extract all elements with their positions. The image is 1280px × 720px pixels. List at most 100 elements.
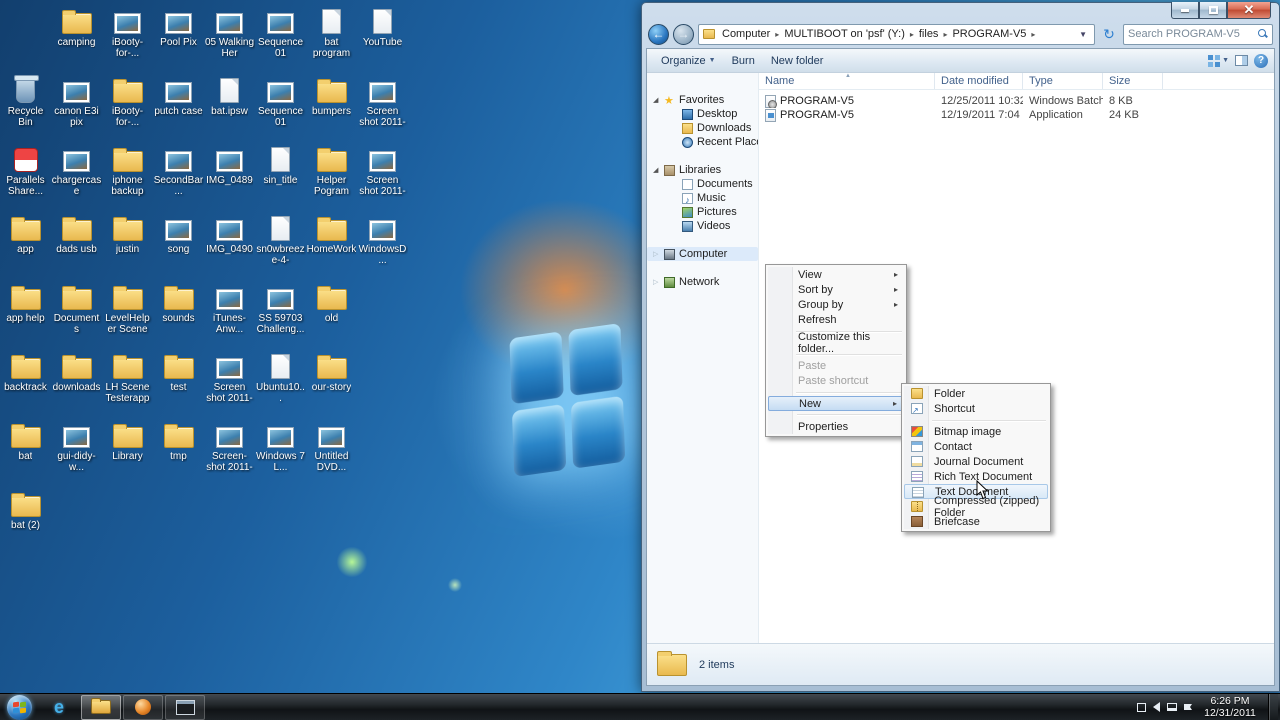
desktop-icon[interactable]: LH Scene Testerapp (103, 349, 153, 418)
desktop-icon[interactable]: our-story (307, 349, 357, 418)
submenu-item[interactable]: Contact (904, 439, 1048, 454)
desktop-icon[interactable]: old (307, 280, 357, 349)
desktop-icon[interactable]: downloads (52, 349, 102, 418)
desktop-icon[interactable]: canon E3i pix (52, 73, 102, 142)
file-row[interactable]: PROGRAM-V5 12/25/2011 10:32 ... Windows … (759, 94, 1274, 108)
desktop-icon[interactable]: iphone backup (103, 142, 153, 211)
desktop-icon[interactable]: Library (103, 418, 153, 487)
desktop-icon[interactable]: LevelHelper Scene F... (103, 280, 153, 349)
desktop-icon[interactable]: IMG_0489 (205, 142, 255, 211)
column-header-type[interactable]: Type (1023, 73, 1103, 89)
desktop-icon[interactable]: gui-didy-w... (52, 418, 102, 487)
desktop-icon[interactable]: app help (1, 280, 51, 349)
desktop-icon[interactable]: app (1, 211, 51, 280)
desktop-icon[interactable]: chargercase (52, 142, 102, 211)
explorer-window[interactable]: ✕ ← → Computer ▸ MULTIBOOT on 'psf' (Y:)… (641, 2, 1280, 692)
submenu-item[interactable]: Briefcase (904, 514, 1048, 529)
context-menu-item[interactable]: Sort by ▸ (768, 282, 904, 297)
breadcrumb-item[interactable]: Computer (719, 26, 773, 42)
taskbar-command-prompt-button[interactable] (165, 694, 205, 720)
desktop-icon[interactable]: Recycle Bin (1, 73, 51, 142)
desktop-icon[interactable]: backtrack (1, 349, 51, 418)
refresh-button[interactable]: ↻ (1099, 24, 1119, 45)
desktop-icon[interactable]: sin_title (256, 142, 306, 211)
desktop-icon[interactable]: iBooty-for-... (103, 4, 153, 73)
expander-icon[interactable] (653, 166, 664, 174)
tray-app-icon[interactable] (1137, 702, 1146, 712)
sidebar-item[interactable]: Favorites (647, 93, 758, 107)
expander-icon[interactable] (653, 278, 664, 286)
help-icon[interactable]: ? (1254, 53, 1268, 68)
submenu-item[interactable]: Shortcut (904, 401, 1048, 421)
context-menu-item[interactable]: Paste ▸ (768, 358, 904, 373)
network-icon[interactable] (1167, 703, 1177, 711)
change-view-button[interactable]: ▼ (1208, 54, 1229, 67)
desktop-icon[interactable]: Documents (52, 280, 102, 349)
desktop-icon[interactable]: WindowsD... (358, 211, 408, 280)
search-input[interactable] (1128, 28, 1258, 40)
sidebar-item[interactable]: Computer (647, 247, 758, 261)
context-menu-item[interactable]: View ▸ (768, 267, 904, 282)
desktop-icon[interactable]: Sequence 01 (256, 4, 306, 73)
desktop-icon[interactable]: test (154, 349, 204, 418)
preview-pane-icon[interactable] (1235, 55, 1248, 66)
desktop-icon[interactable]: dads usb (52, 211, 102, 280)
desktop-icon[interactable]: tmp (154, 418, 204, 487)
breadcrumb-item[interactable]: files (916, 26, 942, 42)
desktop-icon[interactable]: justin (103, 211, 153, 280)
desktop-icon[interactable]: sn0wbreeze-4-5.0.1.ipsw (256, 211, 306, 280)
desktop-icon[interactable]: bat (1, 418, 51, 487)
submenu-item[interactable]: Bitmap image (904, 424, 1048, 439)
context-menu-item[interactable]: New ▸ (768, 396, 904, 415)
context-menu-item[interactable]: Refresh ▸ (768, 312, 904, 332)
desktop-icon[interactable]: Screen-shot 2011-03-05... (205, 418, 255, 487)
desktop-icon[interactable]: 05 Walking Her Home... (205, 4, 255, 73)
column-header-size[interactable]: Size (1103, 73, 1163, 89)
desktop-icon[interactable]: iBooty-for-... (103, 73, 153, 142)
desktop-icon[interactable]: Parallels Share... (1, 142, 51, 211)
sidebar-item[interactable]: Music (647, 191, 758, 205)
taskbar-clock[interactable]: 6:26 PM 12/31/2011 (1199, 695, 1261, 719)
show-desktop-button[interactable] (1268, 693, 1278, 720)
desktop-icon[interactable]: bat program (307, 4, 357, 73)
forward-button[interactable]: → (673, 23, 694, 45)
desktop-icon[interactable]: putch case (154, 73, 204, 142)
context-menu-item[interactable]: Group by ▸ (768, 297, 904, 312)
breadcrumb-item[interactable]: PROGRAM-V5 (949, 26, 1029, 42)
sidebar-item[interactable]: Recent Places (647, 135, 758, 149)
organize-button[interactable]: Organize ▼ (653, 52, 724, 70)
address-dropdown-icon[interactable]: ▼ (1076, 30, 1090, 39)
maximize-button[interactable] (1199, 2, 1227, 19)
submenu-item[interactable]: Journal Document (904, 454, 1048, 469)
desktop-icon[interactable]: HomeWork (307, 211, 357, 280)
desktop-icon[interactable]: Ubuntu10... (256, 349, 306, 418)
desktop-icon[interactable]: YouTube (358, 4, 408, 73)
minimize-button[interactable] (1171, 2, 1199, 19)
column-header-date-modified[interactable]: Date modified (935, 73, 1023, 89)
desktop-icon[interactable]: camping (52, 4, 102, 73)
desktop-icon[interactable]: bat.ipsw (205, 73, 255, 142)
taskbar-explorer-button[interactable] (81, 694, 121, 720)
context-menu-item[interactable]: Properties ▸ (768, 419, 904, 434)
new-folder-button[interactable]: New folder (763, 52, 832, 70)
desktop-icon[interactable]: iTunes-Anw... (205, 280, 255, 349)
taskbar-media-player-button[interactable] (123, 694, 163, 720)
sidebar-item[interactable]: Network (647, 275, 758, 289)
breadcrumb-item[interactable]: MULTIBOOT on 'psf' (Y:) (781, 26, 908, 42)
desktop-icon[interactable]: IMG_0490 (205, 211, 255, 280)
desktop-icon[interactable]: SS 59703 Challeng... (256, 280, 306, 349)
context-menu-item[interactable]: Paste shortcut ▸ (768, 373, 904, 393)
context-menu-item[interactable]: Customize this folder... ▸ (768, 331, 904, 355)
sidebar-item[interactable]: Libraries (647, 163, 758, 177)
desktop-icon[interactable]: bat (2) (1, 487, 51, 556)
desktop-icon[interactable]: Screen shot 2011-10-1... (358, 73, 408, 142)
back-button[interactable]: ← (648, 23, 669, 45)
taskbar-internet-explorer-button[interactable]: e (39, 695, 79, 720)
desktop-icon[interactable]: Pool Pix (154, 4, 204, 73)
sidebar-item[interactable]: Desktop (647, 107, 758, 121)
breadcrumb[interactable]: Computer ▸ MULTIBOOT on 'psf' (Y:) ▸ fil… (698, 23, 1095, 45)
start-button[interactable] (0, 694, 38, 720)
desktop-icon[interactable]: Sequence 01 (256, 73, 306, 142)
desktop-icon[interactable]: Screen shot 2011-12-2... (358, 142, 408, 211)
desktop-icon[interactable]: Screen shot 2011-10-08... (205, 349, 255, 418)
